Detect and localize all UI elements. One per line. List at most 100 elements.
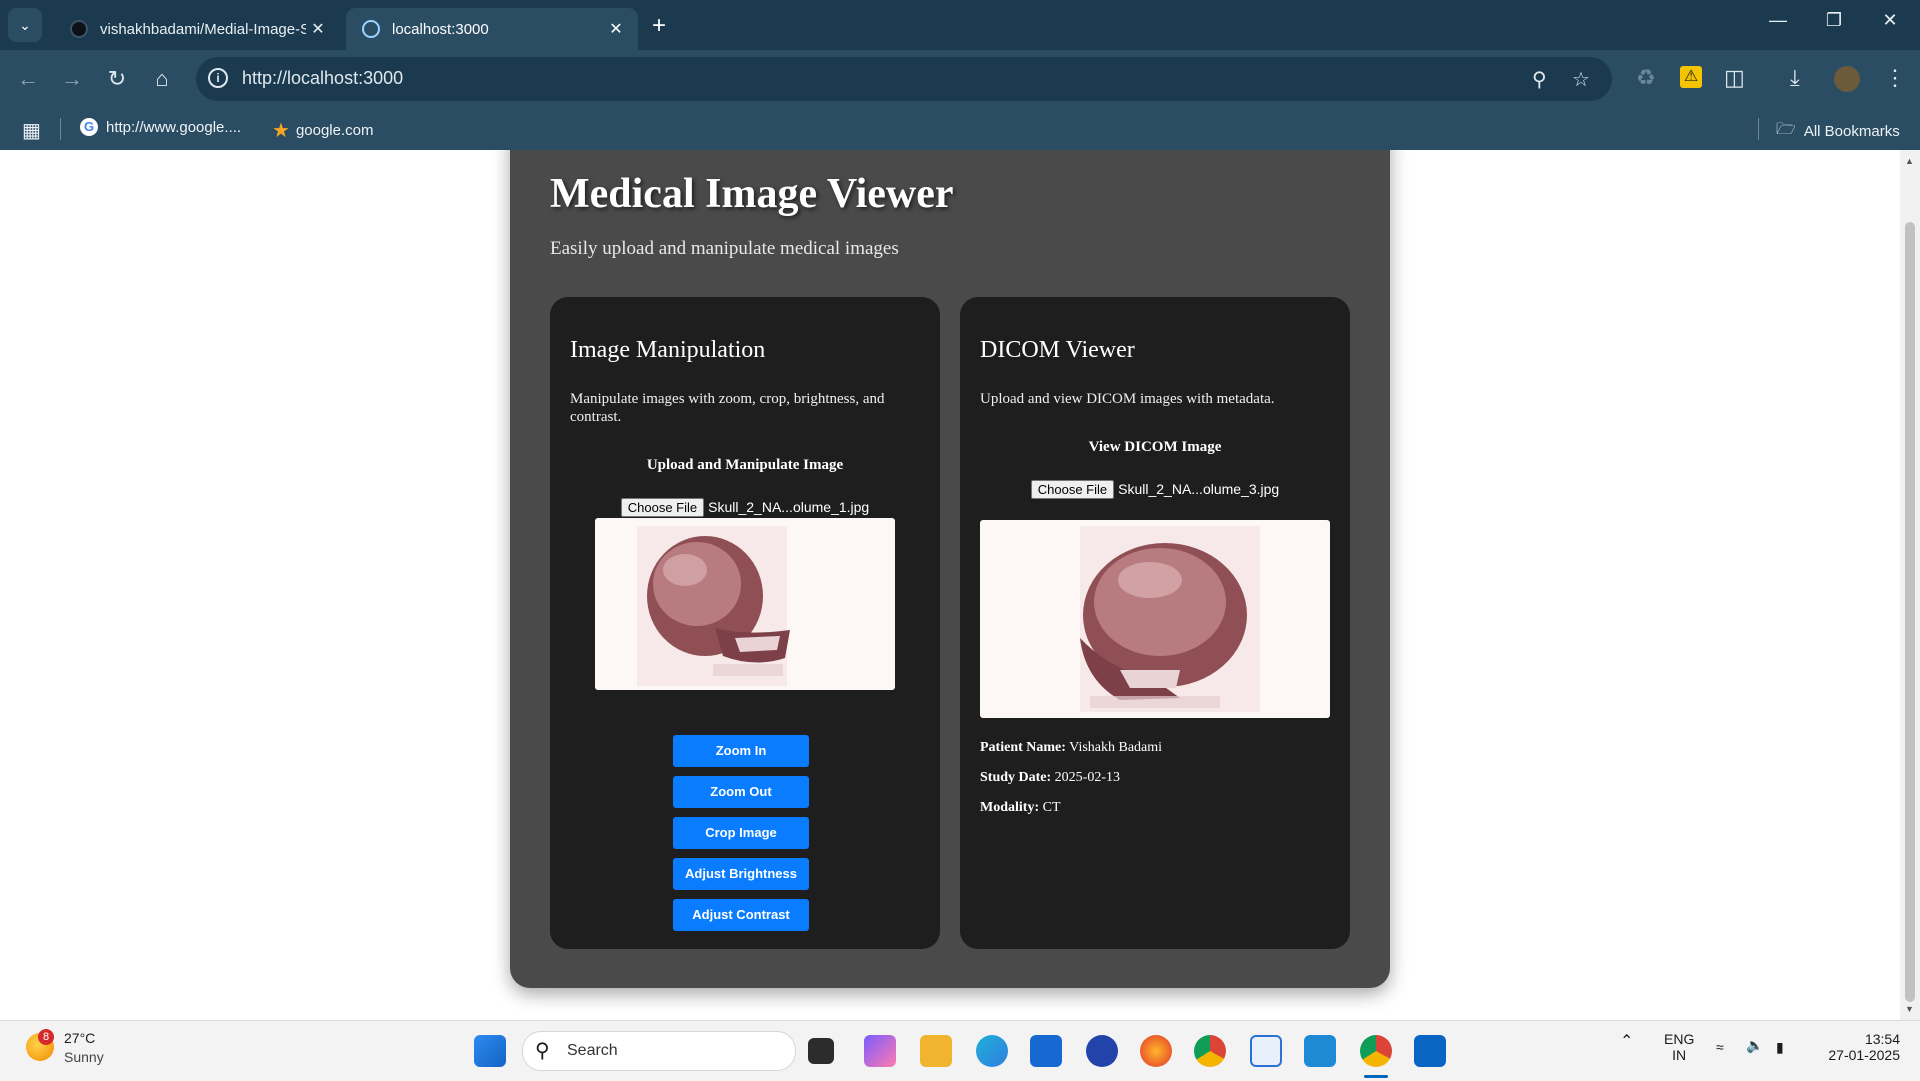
outlook-icon[interactable] [1414,1035,1446,1067]
card-description: Manipulate images with zoom, crop, brigh… [570,391,885,425]
download-icon[interactable]: ⤓ [1790,65,1800,91]
start-windows-icon[interactable] [474,1035,506,1067]
region: IN [1672,1047,1687,1063]
home-icon[interactable]: ⌂ [146,63,178,95]
bookmark-google-url[interactable]: G http://www.google.... [80,118,241,136]
warning-extension-icon[interactable]: ⚠ [1680,66,1702,88]
bookmark-label: http://www.google.... [106,118,242,136]
close-window-icon[interactable]: ✕ [1870,10,1910,31]
volume-icon[interactable]: 🔈 [1746,1037,1763,1054]
skull-image-icon [637,526,790,686]
all-bookmarks-button[interactable]: 🗁 All Bookmarks [1776,118,1900,145]
choose-file-button[interactable]: Choose File [1030,480,1115,499]
extensions-puzzle-icon[interactable]: ◫ [1724,65,1745,91]
clock[interactable]: 13:54 27-01-2025 [1816,1031,1900,1063]
back-arrow-icon[interactable]: ← [12,63,44,95]
chrome-icon[interactable] [1194,1035,1226,1067]
taskbar-search[interactable]: ⚲ Search [522,1031,796,1071]
profile-avatar[interactable] [1834,66,1860,92]
upload-heading: Upload and Manipulate Image [646,457,844,473]
file-name: Skull_2_NA...olume_1.jpg [708,499,870,515]
crop-image-button[interactable]: Crop Image [673,817,809,849]
card-heading: DICOM Viewer [980,337,1135,363]
github-favicon-icon [70,20,88,38]
new-tab-button[interactable]: + [652,12,666,40]
folder-icon: 🗁 [1776,121,1796,138]
bookmark-star-icon[interactable]: ☆ [1572,67,1590,92]
copilot-icon[interactable] [864,1035,896,1067]
scroll-up-icon[interactable]: ▲ [1905,156,1914,166]
scroll-down-icon[interactable]: ▼ [1905,1004,1914,1014]
file-input[interactable]: Choose File Skull_2_NA...olume_1.jpg [550,498,940,517]
react-favicon-icon [362,20,380,38]
star-favicon-icon: ★ [272,120,290,142]
temperature: 27°C [64,1030,96,1046]
page-scrollbar[interactable]: ▲ ▼ [1900,150,1920,1020]
browser-toolbar: ← → ↻ ⌂ i http://localhost:3000 ⚲ ☆ ♻ ⚠ … [0,50,1920,108]
forward-arrow-icon[interactable]: → [56,63,88,95]
adjust-contrast-button[interactable]: Adjust Contrast [673,899,809,931]
search-label: Search [567,1042,618,1059]
adjust-brightness-button[interactable]: Adjust Brightness [673,858,809,890]
address-bar[interactable]: i http://localhost:3000 ⚲ ☆ [196,57,1612,101]
url-text: http://localhost:3000 [242,68,404,88]
view-dicom-heading: View DICOM Image [1088,439,1222,455]
tab-localhost[interactable]: localhost:3000 ✕ [346,8,638,50]
divider [1758,118,1759,140]
notification-badge: 8 [38,1029,54,1045]
windows-taskbar: 8 27°C Sunny ⚲ Search ⌃ ENG IN ≈ 🔈 ▮ 13:… [0,1020,1920,1081]
scrollbar-thumb[interactable] [1905,222,1915,1002]
page-title: Medical Image Viewer [550,171,954,217]
minimize-icon[interactable]: — [1758,10,1798,31]
site-info-icon[interactable]: i [208,68,228,88]
dicom-image [980,520,1330,718]
image-manipulation-card: Image Manipulation Manipulate images wit… [550,297,940,949]
tab-strip: ⌄ vishakhbadami/Medial-Image-S ✕ localho… [0,0,1920,50]
recycle-extension-icon[interactable]: ♻ [1636,65,1656,91]
battery-icon[interactable]: ▮ [1776,1039,1784,1056]
chevron-up-icon[interactable]: ⌃ [1620,1031,1633,1051]
metadata-value: CT [1042,800,1061,815]
choose-file-button[interactable]: Choose File [620,498,705,517]
close-icon[interactable]: ✕ [604,19,628,39]
google-favicon-icon: G [80,118,98,136]
date: 27-01-2025 [1828,1047,1900,1063]
microsoft-store-icon[interactable] [1030,1035,1062,1067]
zoom-in-button[interactable]: Zoom In [673,735,809,767]
bookmark-google-com[interactable]: ★ google.com [272,118,374,143]
chrome-active-icon[interactable] [1360,1035,1392,1067]
vscode-icon[interactable] [1304,1035,1336,1067]
metadata-value: Vishakh Badami [1069,740,1163,755]
close-icon[interactable]: ✕ [306,19,330,39]
page-subtitle: Easily upload and manipulate medical ima… [550,238,899,259]
menu-kebab-icon[interactable]: ⋮ [1884,65,1906,91]
page-viewport: Medical Image Viewer Easily upload and m… [0,150,1920,1020]
tab-search-button[interactable]: ⌄ [8,8,42,42]
app-container: Medical Image Viewer Easily upload and m… [510,150,1390,988]
task-view-icon[interactable] [808,1038,834,1064]
manipulated-image [595,518,895,690]
metadata-label: Study Date: [980,770,1052,785]
active-app-indicator [1364,1075,1388,1078]
zoom-icon[interactable]: ⚲ [1532,67,1547,92]
metadata-label: Modality: [980,800,1040,815]
metadata-study-date: Study Date: 2025-02-13 [980,770,1120,786]
tab-github[interactable]: vishakhbadami/Medial-Image-S ✕ [54,8,340,50]
app-c-icon[interactable] [1086,1035,1118,1067]
bookmarks-bar: ▦ G http://www.google.... ★ google.com 🗁… [0,108,1920,150]
skull-image-icon [1080,526,1260,712]
file-input[interactable]: Choose File Skull_2_NA...olume_3.jpg [960,480,1350,499]
file-explorer-icon[interactable] [920,1035,952,1067]
language-indicator[interactable]: ENG IN [1664,1031,1694,1063]
wifi-icon[interactable]: ≈ [1716,1039,1724,1055]
mail-icon[interactable] [1250,1035,1282,1067]
edge-browser-icon[interactable] [976,1035,1008,1067]
divider [60,118,61,140]
metadata-patient-name: Patient Name: Vishakh Badami [980,740,1162,756]
restore-icon[interactable]: ❐ [1814,10,1854,31]
zoom-out-button[interactable]: Zoom Out [673,776,809,808]
firefox-icon[interactable] [1140,1035,1172,1067]
reload-icon[interactable]: ↻ [101,63,133,95]
apps-grid-icon[interactable]: ▦ [22,118,41,143]
card-description: Upload and view DICOM images with metada… [980,391,1275,407]
